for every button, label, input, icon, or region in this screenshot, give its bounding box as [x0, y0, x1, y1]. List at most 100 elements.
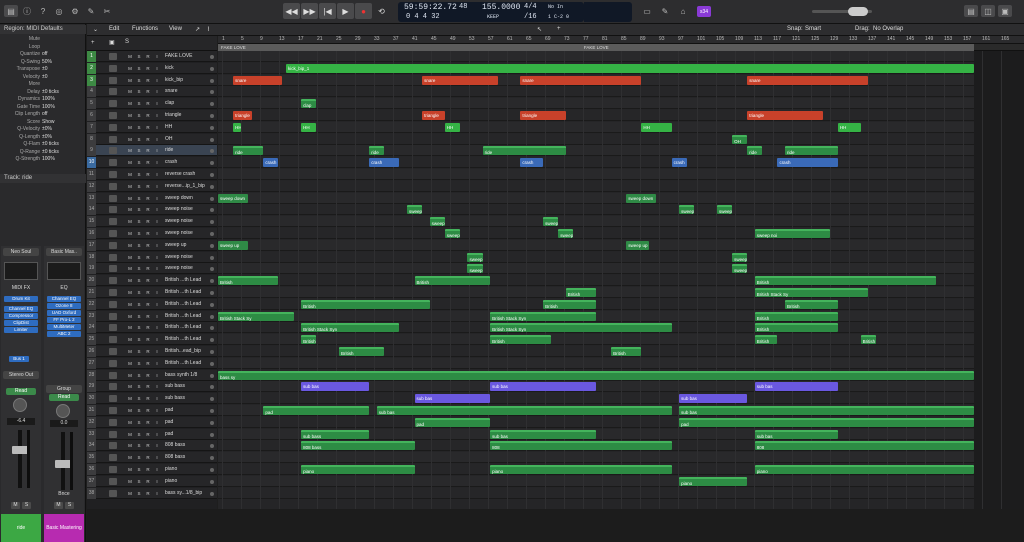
track-instrument-icon[interactable] — [109, 430, 117, 438]
region-param[interactable]: Score Show — [0, 119, 86, 126]
track-instrument-icon[interactable] — [109, 135, 117, 143]
record-enable-button[interactable]: R — [145, 254, 151, 261]
record-enable-button[interactable]: R — [145, 301, 151, 308]
region[interactable]: sweep up — [626, 240, 649, 250]
region[interactable]: piano — [679, 476, 748, 486]
track-name[interactable]: HH — [165, 122, 172, 133]
snap-select[interactable]: Smart — [805, 26, 821, 32]
solo-button[interactable]: S — [136, 77, 142, 84]
track-row[interactable]: 25 M S R I British ...th Lead — [87, 334, 217, 346]
track-instrument-icon[interactable] — [109, 182, 117, 190]
region[interactable]: sub bas — [376, 406, 672, 415]
track-name[interactable]: sweep noise — [165, 263, 193, 274]
region[interactable]: snare — [233, 75, 283, 85]
solo-button[interactable]: S — [65, 502, 74, 509]
record-enable-button[interactable]: R — [145, 478, 151, 485]
add-track-icon[interactable]: + — [91, 40, 95, 46]
region[interactable]: British Stack Sy — [754, 288, 869, 297]
mute-button[interactable]: M — [127, 383, 133, 390]
solo-button[interactable]: S — [136, 65, 142, 72]
region[interactable]: ride — [482, 146, 566, 156]
plugin-slot-3[interactable]: ClipDist — [4, 320, 38, 326]
solo-button[interactable]: S — [136, 490, 142, 497]
solo-button[interactable]: S — [136, 254, 142, 261]
track-instrument-icon[interactable] — [109, 123, 117, 131]
mute-button[interactable]: M — [127, 100, 133, 107]
solo-button[interactable]: S — [136, 147, 142, 154]
track-name[interactable]: bass sy...1/8_bip — [165, 488, 202, 499]
patch-name[interactable]: Basic Mas.. — [46, 248, 82, 256]
notes-icon[interactable]: ✎ — [658, 5, 672, 17]
mute-button[interactable]: M — [127, 265, 133, 272]
region[interactable]: triangle — [747, 111, 823, 120]
track-name[interactable]: British ...th Lead — [165, 287, 201, 298]
input-monitor-button[interactable]: I — [154, 195, 160, 202]
solo-button[interactable]: S — [136, 206, 142, 213]
track-row[interactable]: 31 M S R Ipad — [87, 405, 217, 416]
param-value[interactable]: ±0 ticks — [42, 89, 59, 96]
mute-button[interactable]: M — [127, 419, 133, 426]
region[interactable]: British Stack Syn — [490, 311, 596, 321]
mute-button[interactable]: M — [127, 372, 133, 379]
track-name[interactable]: sub bass — [165, 393, 185, 404]
ruler[interactable]: 1 5 9 13 17 21 25 29 33 37 41 45 49 53 57 61 65 69 73 77 81 8… — [218, 36, 1024, 44]
track-name[interactable]: pad — [165, 417, 173, 428]
record-enable-button[interactable]: R — [145, 206, 151, 213]
region[interactable]: pad — [414, 417, 491, 427]
region[interactable]: sweep — [732, 264, 748, 274]
cycle-icon[interactable]: ⟲ — [373, 3, 390, 19]
region-param[interactable]: Q-Strength 100% — [0, 156, 86, 163]
record-enable-button[interactable]: R — [145, 490, 151, 497]
region[interactable]: British — [754, 276, 937, 286]
notepad-icon[interactable]: ▤ — [964, 5, 978, 17]
plugin-slot-5[interactable]: MultiMeter — [47, 324, 81, 330]
mute-button[interactable]: M — [127, 466, 133, 473]
region-param[interactable]: Q-Swing 50% — [0, 59, 86, 66]
track-name[interactable]: British...ead_bip — [165, 346, 201, 357]
region[interactable]: British — [754, 323, 838, 333]
input-monitor-button[interactable]: I — [154, 218, 160, 225]
list-editor-icon[interactable]: ▭ — [640, 5, 654, 17]
track-instrument-icon[interactable] — [109, 442, 117, 450]
record-enable-button[interactable]: R — [145, 100, 151, 107]
record-enable-button[interactable]: R — [145, 265, 151, 272]
region[interactable]: ride — [747, 146, 763, 156]
track-row[interactable]: 19 M S R Isweep noise — [87, 263, 217, 275]
region[interactable]: sub bas — [754, 429, 838, 439]
solo-button[interactable]: S — [136, 242, 142, 249]
fader-cap[interactable] — [12, 446, 28, 454]
input-monitor-button[interactable]: I — [154, 277, 160, 284]
mute-button[interactable]: M — [127, 183, 133, 190]
editor-icon[interactable]: ✎ — [84, 5, 98, 17]
solo-button[interactable]: S — [136, 324, 142, 331]
track-row[interactable]: 38 M S R Ibass sy...1/8_bip — [87, 487, 217, 499]
track-row[interactable]: 37 M S R Ipiano — [87, 475, 217, 487]
mute-button[interactable]: M — [127, 490, 133, 497]
mute-button[interactable]: M — [127, 147, 133, 154]
record-icon[interactable]: ● — [355, 3, 372, 19]
track-name[interactable]: ride — [165, 145, 173, 156]
region[interactable]: sub bas — [301, 382, 370, 392]
record-enable-button[interactable]: R — [145, 372, 151, 379]
record-enable-button[interactable]: R — [145, 419, 151, 426]
input-monitor-button[interactable]: I — [154, 289, 160, 296]
track-instrument-icon[interactable] — [109, 348, 117, 355]
track-row[interactable]: 27 M S R I British ...th Lead — [87, 357, 217, 369]
region[interactable]: British Stack Syn — [490, 323, 672, 333]
input-monitor-button[interactable]: I — [154, 88, 160, 95]
input-monitor-button[interactable]: I — [154, 136, 160, 143]
region[interactable]: HH — [233, 122, 241, 132]
track-name[interactable]: British ...th Lead — [165, 311, 201, 322]
record-enable-button[interactable]: R — [145, 218, 151, 225]
track-row[interactable]: 11 M S R Ireverse crash — [87, 169, 217, 180]
region[interactable]: British Stack Syn — [301, 323, 400, 333]
region[interactable]: sub bas — [679, 406, 974, 415]
input-monitor-button[interactable]: I — [154, 112, 160, 119]
input-monitor-button[interactable]: I — [154, 100, 160, 107]
input-monitor-button[interactable]: I — [154, 419, 160, 426]
param-value[interactable]: Show — [42, 119, 55, 126]
mute-button[interactable]: M — [127, 301, 133, 308]
region[interactable]: British — [490, 335, 551, 345]
mute-button[interactable]: M — [54, 502, 63, 509]
track-name[interactable]: reverse...ip_1_bip — [165, 181, 205, 192]
